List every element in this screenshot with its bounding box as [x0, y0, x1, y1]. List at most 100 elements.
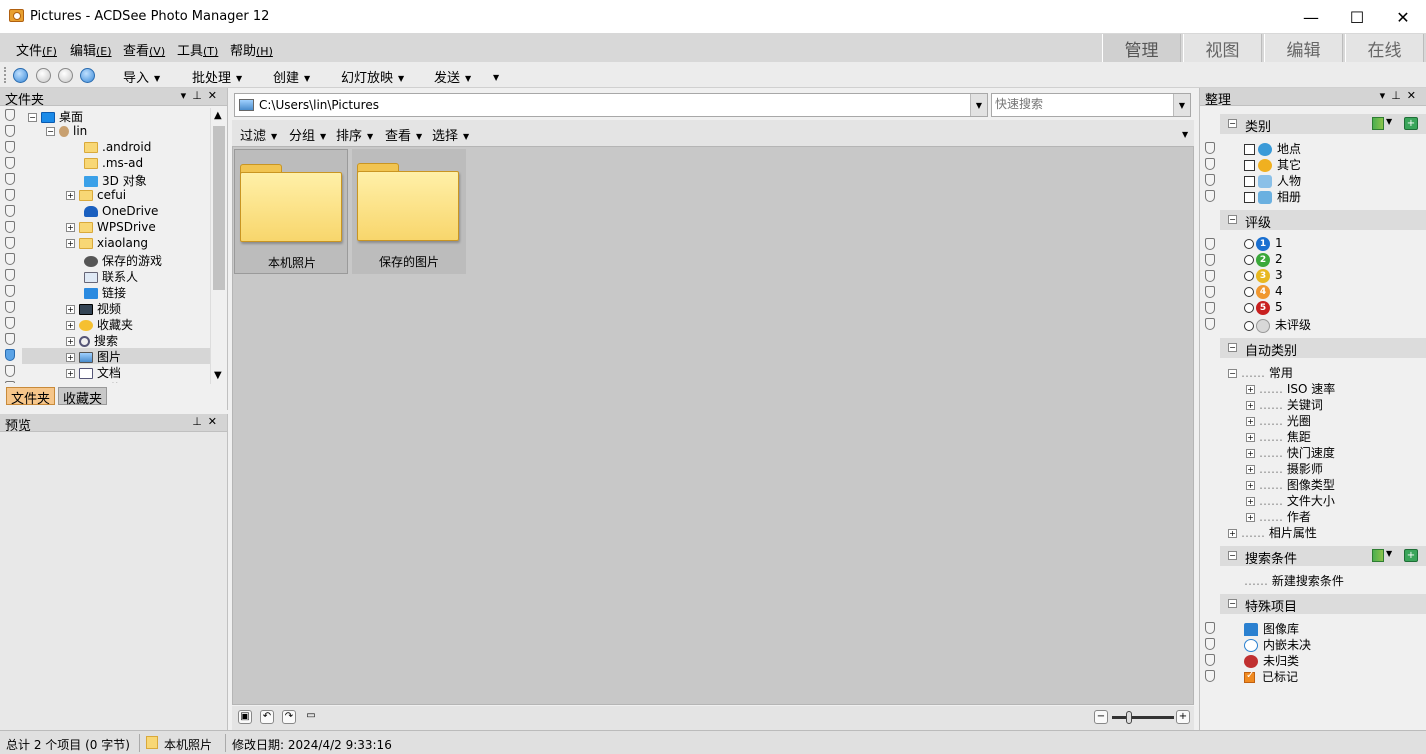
zoom-slider-track[interactable] [1112, 716, 1174, 719]
auto-category-common[interactable]: −…… 常用 [1228, 364, 1293, 380]
mode-tab-manage[interactable]: 管理 [1102, 34, 1181, 62]
menu-help[interactable]: 帮助(H) [230, 40, 273, 59]
special-tagged[interactable]: 已标记 [1200, 668, 1426, 684]
sort-button[interactable]: 排序 ▼ [336, 125, 373, 144]
folder-tree-scrollbar[interactable]: ▲ ▼ [210, 108, 227, 384]
menu-file[interactable]: 文件(F) [16, 40, 57, 59]
special-embed-pending[interactable]: 内嵌未决 [1200, 636, 1426, 652]
home-icon[interactable] [13, 68, 28, 83]
import-button[interactable]: 导入 ▼ [123, 67, 160, 86]
close-button[interactable]: ✕ [1380, 0, 1426, 34]
tab-favorites[interactable]: 收藏夹 [58, 387, 108, 407]
path-dropdown-icon[interactable]: ▼ [970, 94, 987, 116]
view-button[interactable]: 查看 ▼ [385, 125, 422, 144]
panel-controls[interactable]: ▾⊥✕ [181, 89, 223, 102]
preview-panel-controls[interactable]: ⊥✕ [192, 415, 223, 428]
auto-category-aperture[interactable]: +…… 光圈 [1246, 412, 1311, 428]
filterbar-overflow-icon[interactable]: ▼ [1182, 130, 1188, 139]
zoom-slider-thumb[interactable] [1126, 711, 1132, 724]
toolbar-overflow-icon[interactable]: ▼ [488, 70, 499, 85]
category-menu-icon[interactable]: ▼ [1386, 117, 1392, 126]
tree-item-downloads[interactable]: +下载 [0, 380, 210, 383]
special-items-header[interactable]: − 特殊项目 [1220, 594, 1426, 615]
ratings-header[interactable]: − 评级 [1220, 210, 1426, 231]
batch-button[interactable]: 批处理 ▼ [192, 67, 242, 86]
tree-item-wpsdrive[interactable]: + WPSDrive [0, 220, 210, 236]
send-button[interactable]: 发送 ▼ [434, 67, 471, 86]
mode-tab-edit[interactable]: 编辑 [1264, 34, 1343, 62]
tree-item-favorites[interactable]: + 收藏夹 [0, 316, 210, 332]
auto-category-file-size[interactable]: +…… 文件大小 [1246, 492, 1335, 508]
category-other[interactable]: 其它 [1200, 156, 1426, 172]
search-menu-icon[interactable]: ▼ [1386, 549, 1392, 558]
file-tile[interactable]: 本机照片 [234, 149, 348, 274]
add-category-icon[interactable]: + [1404, 117, 1418, 130]
menu-view[interactable]: 查看(V) [123, 40, 165, 59]
auto-categories-header[interactable]: − 自动类别 [1220, 338, 1426, 359]
tree-item-ms-ad[interactable]: .ms-ad [0, 156, 210, 172]
group-button[interactable]: 分组 ▼ [289, 125, 326, 144]
path-text[interactable]: C:\Users\lin\Pictures [259, 98, 379, 112]
scroll-thumb[interactable] [213, 126, 225, 290]
mode-tab-online[interactable]: 在线 [1345, 34, 1424, 62]
special-image-library[interactable]: 图像库 [1200, 620, 1426, 636]
menu-edit[interactable]: 编辑(E) [70, 40, 112, 59]
add-search-icon[interactable]: + [1404, 549, 1418, 562]
tab-folders[interactable]: 文件夹 [6, 387, 56, 407]
tree-item-cefui[interactable]: + cefui [0, 188, 210, 204]
auto-category-keywords[interactable]: +…… 关键词 [1246, 396, 1323, 412]
select-button[interactable]: 选择 ▼ [432, 125, 469, 144]
menu-tools[interactable]: 工具(T) [177, 40, 218, 59]
auto-category-photo-props[interactable]: +…… 相片属性 [1228, 524, 1317, 540]
rating-2[interactable]: 22 [1200, 252, 1426, 268]
zoom-out-icon[interactable]: − [1094, 710, 1108, 724]
image-import-icon[interactable]: ▣ [238, 710, 252, 724]
tree-item-desktop[interactable]: − 桌面 [0, 108, 210, 124]
auto-category-author[interactable]: +…… 作者 [1246, 508, 1311, 524]
search-palette-icon[interactable] [1372, 549, 1384, 562]
special-uncategorized[interactable]: 未归类 [1200, 652, 1426, 668]
category-people[interactable]: 人物 [1200, 172, 1426, 188]
auto-category-iso[interactable]: +…… ISO 速率 [1246, 380, 1335, 396]
quick-search-dropdown-icon[interactable]: ▼ [1173, 94, 1190, 116]
category-palette-icon[interactable] [1372, 117, 1384, 130]
tree-item-onedrive[interactable]: OneDrive [0, 204, 210, 220]
auto-category-image-type[interactable]: +…… 图像类型 [1246, 476, 1335, 492]
quick-search[interactable]: ▼ [991, 93, 1191, 117]
back-icon[interactable] [36, 68, 51, 83]
up-folder-icon[interactable] [80, 68, 95, 83]
category-places[interactable]: 地点 [1200, 140, 1426, 156]
create-button[interactable]: 创建 ▼ [273, 67, 310, 86]
tree-item-videos[interactable]: + 视频 [0, 300, 210, 316]
auto-category-focal-length[interactable]: +…… 焦距 [1246, 428, 1311, 444]
slideshow-button[interactable]: 幻灯放映 ▼ [341, 67, 404, 86]
tree-item-pictures[interactable]: + 图片 [22, 348, 210, 364]
mode-tab-view[interactable]: 视图 [1183, 34, 1262, 62]
rotate-left-icon[interactable]: ↶ [260, 710, 274, 724]
tree-item-contacts[interactable]: 联系人 [0, 268, 210, 284]
tree-item-3d-objects[interactable]: 3D 对象 [0, 172, 210, 188]
file-tile[interactable]: 保存的图片 [352, 149, 466, 274]
saved-searches-header[interactable]: − 搜索条件 ▼ + [1220, 546, 1426, 567]
tree-item-lin[interactable]: − lin [0, 124, 210, 140]
tree-item-saved-games[interactable]: 保存的游戏 [0, 252, 210, 268]
minimize-button[interactable]: — [1288, 0, 1334, 34]
scroll-down-icon[interactable]: ▼ [214, 370, 222, 381]
rating-1[interactable]: 11 [1200, 236, 1426, 252]
new-saved-search[interactable]: …… 新建搜索条件 [1244, 572, 1344, 588]
rotate-right-icon[interactable]: ↷ [282, 710, 296, 724]
rating-4[interactable]: 44 [1200, 284, 1426, 300]
rating-3[interactable]: 33 [1200, 268, 1426, 284]
toolbar-grip[interactable] [4, 67, 7, 83]
zoom-in-icon[interactable]: + [1176, 710, 1190, 724]
rating-5[interactable]: 55 [1200, 300, 1426, 316]
tree-item-android[interactable]: .android [0, 140, 210, 156]
filter-button[interactable]: 过滤 ▼ [240, 125, 277, 144]
thumbnail-mode-icon[interactable]: ▭ [304, 710, 318, 724]
auto-category-photographer[interactable]: +…… 摄影师 [1246, 460, 1323, 476]
tree-item-links[interactable]: 链接 [0, 284, 210, 300]
maximize-button[interactable]: ☐ [1334, 0, 1380, 34]
forward-icon[interactable] [58, 68, 73, 83]
tree-item-documents[interactable]: + 文档 [0, 364, 210, 380]
category-albums[interactable]: 相册 [1200, 188, 1426, 204]
